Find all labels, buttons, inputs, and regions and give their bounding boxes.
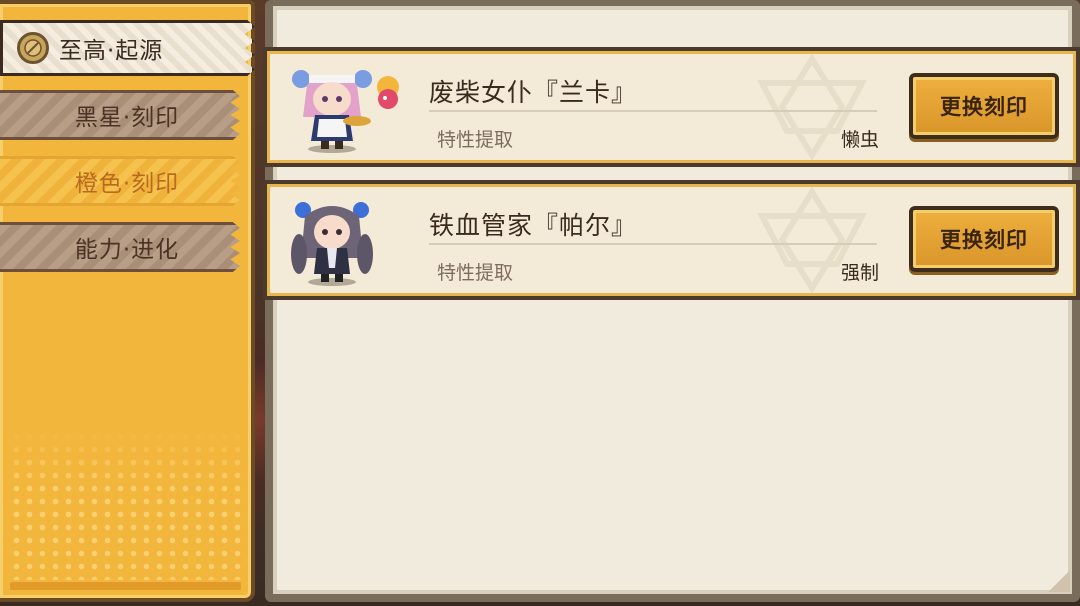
change-engraving-button[interactable]: 更换刻印	[909, 206, 1059, 272]
sidebar-decor-pattern	[10, 430, 241, 580]
tab-black-star-engraving[interactable]: 黑星·刻印	[0, 90, 240, 140]
tab-label: 至高·起源	[59, 38, 164, 64]
engraving-card: 铁血管家『帕尔』 特性提取 强制 更换刻印	[263, 180, 1080, 300]
tab-label: 黑星·刻印	[74, 105, 180, 131]
tab-label: 橙色·刻印	[74, 171, 180, 197]
butler-character-portrait	[291, 202, 373, 286]
change-engraving-button[interactable]: 更换刻印	[909, 73, 1059, 139]
tab-label: 能力·进化	[74, 237, 180, 263]
maid-character-portrait	[292, 70, 399, 153]
sidebar-bottom-bar	[10, 582, 241, 590]
engraving-name: 废柴女仆『兰卡』	[429, 78, 638, 107]
tab-supreme-origin[interactable]: 至高·起源	[0, 20, 255, 76]
trait-label: 特性提取	[437, 262, 514, 284]
tab-ability-evolution[interactable]: 能力·进化	[0, 222, 240, 272]
engraving-name: 铁血管家『帕尔』	[429, 211, 638, 240]
trait-label: 特性提取	[437, 129, 514, 151]
divider	[429, 243, 877, 245]
tab-orange-engraving[interactable]: 橙色·刻印	[0, 156, 240, 206]
engraving-card: 废柴女仆『兰卡』 特性提取 懒虫 更换刻印	[263, 47, 1080, 167]
trait-value: 强制	[840, 262, 879, 284]
resize-corner-icon	[1048, 570, 1070, 592]
divider	[429, 110, 877, 112]
coin-icon	[17, 32, 49, 64]
trait-value: 懒虫	[840, 129, 879, 151]
